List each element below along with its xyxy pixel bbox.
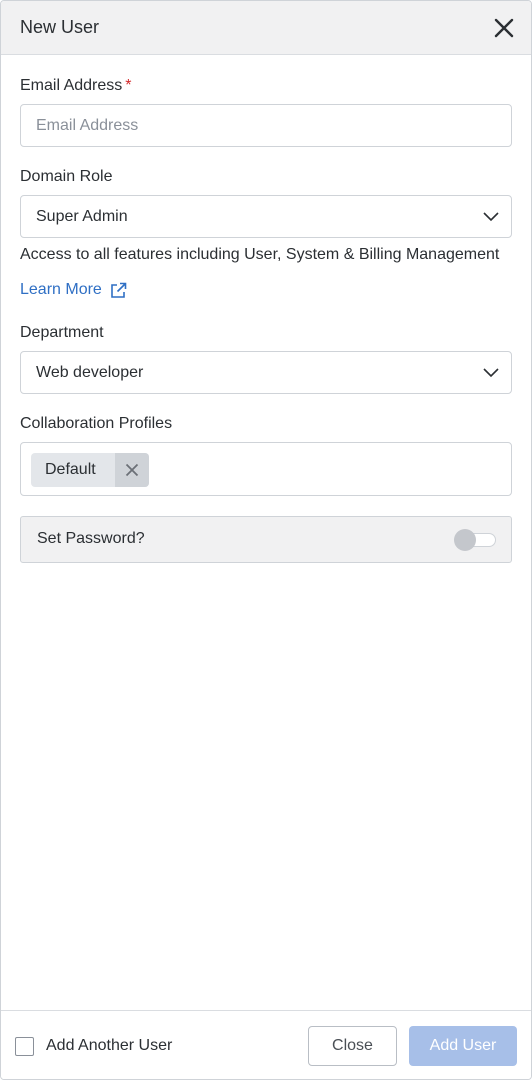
- required-asterisk: *: [125, 77, 132, 94]
- panel-header: New User: [1, 1, 531, 55]
- collaboration-profiles-label: Collaboration Profiles: [20, 415, 173, 432]
- email-placeholder: Email Address: [36, 117, 139, 134]
- external-link-icon: [111, 282, 127, 298]
- domain-role-select[interactable]: Super Admin: [20, 195, 512, 238]
- department-label: Department: [20, 324, 104, 341]
- department-select[interactable]: Web developer: [20, 351, 512, 394]
- email-label: Email Address *: [20, 77, 132, 95]
- domain-role-value: Super Admin: [36, 208, 128, 225]
- panel-title: New User: [20, 17, 100, 37]
- domain-role-description: Access to all features including User, S…: [20, 246, 500, 263]
- chevron-down-icon: [483, 368, 499, 378]
- collaboration-profiles-field[interactable]: Default: [20, 442, 512, 496]
- new-user-panel: New User Email Address * Email Address Do…: [0, 0, 532, 1080]
- department-value: Web developer: [36, 364, 144, 381]
- panel-footer: Add Another User Close Add User: [1, 1010, 531, 1079]
- close-button[interactable]: Close: [308, 1026, 397, 1066]
- profile-chip-label: Default: [45, 461, 96, 478]
- toggle-knob: [454, 529, 476, 551]
- learn-more-link[interactable]: Learn More: [20, 281, 127, 299]
- email-label-text: Email Address: [20, 77, 123, 94]
- add-another-user-checkbox[interactable]: [15, 1037, 34, 1056]
- add-user-button[interactable]: Add User: [409, 1026, 517, 1066]
- remove-chip-button[interactable]: [115, 453, 149, 487]
- profile-chip: Default: [31, 453, 149, 487]
- email-field[interactable]: Email Address: [20, 104, 512, 147]
- set-password-toggle[interactable]: [454, 529, 496, 551]
- domain-role-label: Domain Role: [20, 168, 113, 185]
- close-icon: [125, 463, 139, 477]
- set-password-label: Set Password?: [37, 530, 145, 547]
- set-password-row: Set Password?: [20, 516, 512, 563]
- chevron-down-icon: [483, 212, 499, 222]
- learn-more-text: Learn More: [20, 281, 102, 298]
- close-icon[interactable]: [493, 17, 515, 39]
- add-another-user-label[interactable]: Add Another User: [46, 1037, 172, 1055]
